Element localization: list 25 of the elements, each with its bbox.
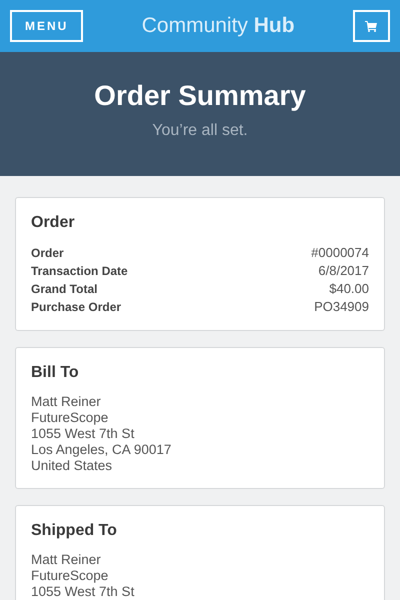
address-line: FutureScope	[31, 568, 110, 584]
field-value: 6/8/2017	[318, 262, 369, 280]
menu-button[interactable]: MENU	[10, 10, 84, 42]
card-title: Shipped To	[31, 522, 118, 540]
field-label: Purchase Order	[31, 299, 122, 316]
address-line: 1055 West 7th St	[31, 426, 136, 442]
card-title: Bill To	[31, 364, 80, 382]
address-line: 1055 West 7th St	[31, 584, 136, 600]
address-line: FutureScope	[31, 410, 110, 426]
page-title: Order Summary	[94, 80, 306, 112]
site-logo: Community Hub	[142, 14, 295, 38]
cart-icon	[365, 20, 378, 32]
address-line: Matt Reiner	[31, 394, 102, 410]
field-label: Order	[31, 245, 64, 262]
card-title: Order	[31, 214, 76, 232]
cart-button[interactable]	[352, 10, 390, 42]
address-line: Los Angeles, CA 90017	[31, 442, 172, 458]
field-value: PO34909	[314, 298, 369, 316]
address-line: Matt Reiner	[31, 552, 102, 568]
field-value: #0000074	[311, 244, 369, 262]
address-line: United States	[31, 458, 114, 474]
field-value: $40.00	[329, 280, 369, 298]
field-label: Grand Total	[31, 281, 98, 298]
field-label: Transaction Date	[31, 263, 128, 280]
page-subtitle: You’re all set.	[152, 122, 248, 140]
